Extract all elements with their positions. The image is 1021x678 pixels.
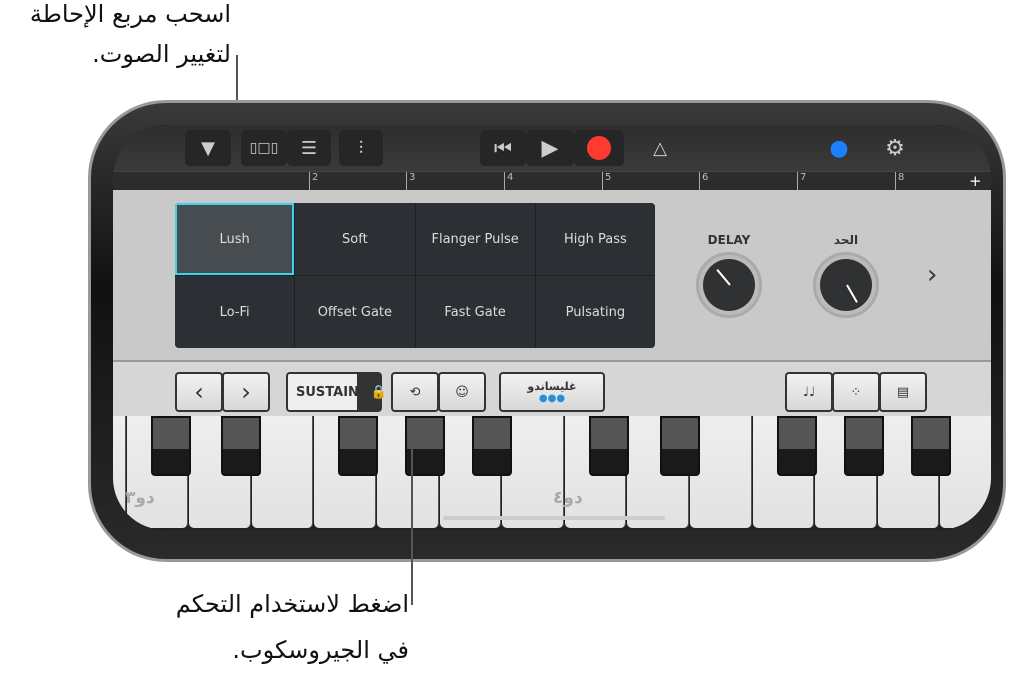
ruler[interactable]: 2 3 4 5 6 7 8 + [113, 171, 991, 191]
limit-label: الحد [833, 233, 859, 247]
black-key[interactable] [911, 416, 951, 476]
octave-up-button[interactable]: › [222, 372, 270, 412]
record-icon [587, 136, 611, 160]
callout-top-line1: اسحب مربع الإحاطة [29, 0, 231, 28]
octave-label: دو٣ [125, 488, 155, 508]
next-panel-arrow[interactable]: › [927, 260, 937, 290]
octave-down-button[interactable]: ‹ [175, 372, 223, 412]
sustain-button[interactable]: SUSTAIN 🔒 [286, 372, 387, 412]
glissando-label: غليساندو [527, 380, 577, 393]
sound-cell-offset-gate[interactable]: Offset Gate [295, 276, 415, 348]
app-screen: ▼ ▯□▯ ☰ ⫶ ⏮ ▶ △ ● ⚙ 2 3 4 5 6 7 8 + Lush… [113, 125, 991, 530]
glissando-dots: ●●● [538, 393, 566, 404]
tracks-view-button[interactable]: ☰ [287, 130, 331, 166]
octave-label: دو٤ [553, 488, 583, 508]
black-key[interactable] [589, 416, 629, 476]
black-key[interactable] [221, 416, 261, 476]
black-key[interactable] [151, 416, 191, 476]
settings-button[interactable]: ⚙ [875, 130, 915, 166]
sound-cell-soft[interactable]: Soft [295, 203, 415, 275]
sound-grid: Lush Soft Flanger Pulse High Pass Lo-Fi … [175, 203, 655, 348]
black-key[interactable] [472, 416, 512, 476]
ruler-mark: 2 [309, 172, 318, 191]
glissando-button[interactable]: غليساندو ●●● [499, 372, 605, 412]
white-key[interactable] [251, 416, 314, 528]
sound-cell-flanger-pulse[interactable]: Flanger Pulse [415, 203, 535, 275]
callout-top-line2: لتغيير الصوت. [92, 40, 231, 68]
black-key[interactable] [660, 416, 700, 476]
limit-knob[interactable] [813, 252, 879, 318]
sound-cell-high-pass[interactable]: High Pass [535, 203, 655, 275]
play-button[interactable]: ▶ [526, 130, 574, 166]
delay-knob[interactable] [696, 252, 762, 318]
callout-bottom-leader [411, 420, 413, 605]
sound-cell-pulsating[interactable]: Pulsating [535, 276, 655, 348]
home-indicator [443, 516, 665, 520]
sound-cell-fast-gate[interactable]: Fast Gate [415, 276, 535, 348]
browser-dropdown-button[interactable]: ▼ [185, 130, 231, 166]
rewind-button[interactable]: ⏮ [480, 130, 526, 166]
gyroscope-button[interactable]: ⟲ [391, 372, 439, 412]
sustain-label: SUSTAIN [296, 384, 359, 400]
delay-label: DELAY [707, 233, 751, 247]
ruler-mark: 3 [406, 172, 415, 191]
callout-bottom-line2: في الجيروسكوب. [232, 636, 409, 664]
callout-bottom-line1: اضغط لاستخدام التحكم [175, 590, 409, 618]
ruler-mark: 5 [602, 172, 611, 191]
toolbar: ▼ ▯□▯ ☰ ⫶ ⏮ ▶ △ ● ⚙ [113, 125, 991, 172]
sound-cell-lo-fi[interactable]: Lo-Fi [175, 276, 295, 348]
sound-panel: Lush Soft Flanger Pulse High Pass Lo-Fi … [113, 190, 991, 360]
master-effects-button[interactable]: ● [819, 130, 859, 166]
note-mode-button[interactable]: ♩♩ [785, 372, 833, 412]
metronome-button[interactable]: △ [640, 130, 680, 166]
black-key[interactable] [338, 416, 378, 476]
arpeggiator-button[interactable]: ⁘ [832, 372, 880, 412]
ruler-mark: 6 [699, 172, 708, 191]
piano-keyboard: دو٣ دو٤ [113, 416, 991, 530]
mixer-button[interactable]: ⫶ [339, 130, 383, 166]
black-key[interactable] [777, 416, 817, 476]
add-section-button[interactable]: + [969, 172, 982, 190]
black-key[interactable] [844, 416, 884, 476]
face-control-button[interactable]: ☺ [438, 372, 486, 412]
view-toggle-button[interactable]: ▯□▯ [241, 130, 287, 166]
white-key[interactable] [113, 416, 126, 528]
sound-cell-lush[interactable]: Lush [175, 203, 295, 275]
velocity-button[interactable]: ▤ [879, 372, 927, 412]
controls-strip: ‹ › SUSTAIN 🔒 ⟲ ☺ غليساندو ●●● ♩♩ ⁘ ▤ [113, 360, 991, 416]
record-button[interactable] [574, 130, 624, 166]
ruler-mark: 4 [504, 172, 513, 191]
ruler-mark: 8 [895, 172, 904, 191]
lock-icon: 🔒 [370, 384, 388, 400]
ruler-mark: 7 [797, 172, 806, 191]
